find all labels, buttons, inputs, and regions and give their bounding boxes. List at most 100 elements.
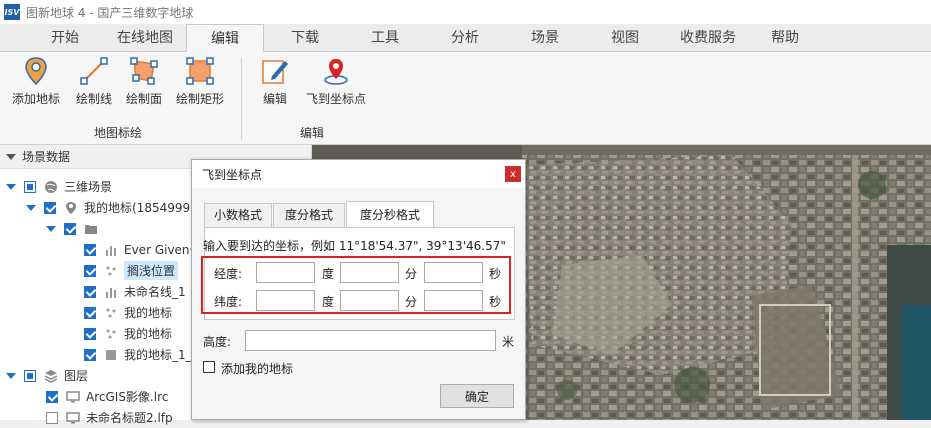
tree-item-ever-given[interactable]: Ever Given号	[84, 239, 202, 260]
expand-arrow-icon[interactable]	[6, 372, 16, 379]
latitude-degree-input[interactable]	[256, 290, 315, 311]
height-input[interactable]	[245, 330, 496, 351]
tree-item-unnamed-title[interactable]: 未命名标题2.lfp	[46, 407, 173, 428]
group-label-edit: 编辑	[300, 126, 325, 140]
square-icon	[104, 348, 118, 362]
tree-item-label: ArcGIS影像.lrc	[86, 390, 169, 404]
tree-checkbox[interactable]	[84, 348, 96, 361]
draw-rectangle-label: 绘制矩形	[176, 92, 225, 106]
tab-download[interactable]: 下载	[275, 24, 335, 52]
tab-edit[interactable]: 编辑	[186, 24, 264, 52]
app-logo-icon: ISV	[4, 4, 20, 20]
tab-degree-minute-format[interactable]: 度分格式	[273, 203, 345, 227]
ribbon-group-divider	[241, 58, 242, 140]
longitude-degree-input[interactable]	[256, 262, 315, 283]
longitude-minute-input[interactable]	[340, 262, 399, 283]
tab-analysis[interactable]: 分析	[435, 24, 495, 52]
tree-checkbox[interactable]	[46, 390, 58, 403]
add-placemark-checkbox[interactable]	[203, 361, 215, 373]
tree-checkbox[interactable]	[46, 411, 58, 424]
longitude-label: 经度:	[214, 267, 243, 281]
longitude-second-input[interactable]	[424, 262, 483, 283]
tree-item-unnamed-line[interactable]: 未命名线_1	[84, 281, 186, 302]
height-label: 高度:	[203, 335, 232, 349]
tree-item-label: 我的地标	[124, 306, 173, 320]
tab-scene[interactable]: 场景	[515, 24, 575, 52]
draw-rectangle-button[interactable]: 绘制矩形	[176, 56, 224, 107]
tab-paid-services[interactable]: 收费服务	[668, 24, 748, 52]
add-placemark-checkbox-label[interactable]: 添加我的地标	[221, 360, 293, 377]
globe-icon	[44, 180, 58, 194]
tree-item-grounding-position[interactable]: 搁浅位置	[84, 260, 179, 281]
panel-title: 场景数据	[22, 150, 71, 164]
point-icon	[104, 327, 118, 341]
latitude-label: 纬度:	[214, 295, 243, 309]
draw-polygon-label: 绘制面	[126, 92, 163, 106]
latitude-minute-unit: 分	[405, 295, 418, 309]
collapse-arrow-icon[interactable]	[6, 153, 16, 160]
window-title: 图新地球 4 - 国产三维数字地球	[26, 5, 194, 20]
expand-arrow-icon[interactable]	[46, 225, 56, 232]
tree-item-arcgis-imagery[interactable]: ArcGIS影像.lrc	[46, 386, 168, 407]
tree-item-my-placemark[interactable]: 我的地标	[84, 302, 172, 323]
expand-arrow-icon[interactable]	[6, 183, 16, 190]
tree-item-label: 图层	[64, 369, 89, 383]
tree-item-my-placemark-1[interactable]: 我的地标_1_	[84, 344, 192, 365]
tree-item-3d-scene[interactable]: 三维场景	[6, 176, 112, 197]
tree-item-label: 搁浅位置	[124, 261, 179, 280]
ribbon-toolbar: 添加地标 绘制线 绘制面 绘制矩形 地图标绘 编辑 飞到坐标点 编辑	[0, 52, 931, 145]
tree-item-my-placemark[interactable]: 我的地标	[84, 323, 172, 344]
latitude-degree-unit: 度	[322, 295, 335, 309]
tree-item-label: 我的地标	[124, 327, 173, 341]
longitude-degree-unit: 度	[322, 267, 335, 281]
point-icon	[104, 264, 118, 278]
dialog-title: 飞到坐标点	[202, 167, 263, 182]
tree-checkbox[interactable]	[84, 264, 96, 277]
edit-button[interactable]: 编辑	[260, 56, 290, 107]
tab-help[interactable]: 帮助	[755, 24, 815, 52]
tree-item-label: Ever Given号	[124, 243, 202, 257]
tree-checkbox[interactable]	[64, 222, 76, 235]
tree-checkbox[interactable]	[84, 285, 96, 298]
tree-checkbox[interactable]	[44, 201, 56, 214]
expand-arrow-icon[interactable]	[26, 204, 36, 211]
latitude-second-input[interactable]	[424, 290, 483, 311]
tree-checkbox[interactable]	[24, 180, 36, 193]
tab-dms-format[interactable]: 度分秒格式	[346, 201, 434, 227]
title-bar: ISV 图新地球 4 - 国产三维数字地球	[0, 0, 931, 24]
draw-polygon-button[interactable]: 绘制面	[126, 56, 162, 107]
latitude-minute-input[interactable]	[340, 290, 399, 311]
tree-checkbox[interactable]	[84, 243, 96, 256]
location-icon	[64, 201, 78, 215]
tree-item-label: 我的地标(18549993	[84, 201, 198, 215]
tree-item-label: 未命名标题2.lfp	[86, 411, 173, 425]
dialog-title-bar[interactable]: 飞到坐标点	[192, 160, 525, 188]
fly-to-point-dialog: 飞到坐标点 x 小数格式 度分格式 度分秒格式 输入要到达的坐标，例如 11°1…	[191, 159, 526, 420]
draw-line-button[interactable]: 绘制线	[76, 56, 112, 107]
tab-view[interactable]: 视图	[595, 24, 655, 52]
tree-checkbox[interactable]	[24, 369, 36, 382]
fly-to-point-icon	[321, 56, 351, 86]
tree-item-label: 我的地标_1_	[124, 348, 192, 362]
draw-line-label: 绘制线	[76, 92, 113, 106]
fly-to-point-button[interactable]: 飞到坐标点	[306, 56, 366, 107]
tree-item-folder[interactable]	[46, 218, 104, 239]
ok-button[interactable]: 确定	[440, 384, 514, 408]
tree-item-layers[interactable]: 图层	[6, 365, 88, 386]
tab-start[interactable]: 开始	[35, 24, 95, 52]
point-icon	[104, 306, 118, 320]
tree-checkbox[interactable]	[84, 306, 96, 319]
draw-polygon-icon	[129, 56, 159, 86]
layers-icon	[44, 369, 58, 383]
tree-checkbox[interactable]	[84, 327, 96, 340]
tree-item-my-placemarks[interactable]: 我的地标(18549993	[26, 197, 198, 218]
latitude-second-unit: 秒	[489, 295, 502, 309]
tab-decimal-format[interactable]: 小数格式	[204, 203, 272, 227]
tree-item-label: 三维场景	[64, 180, 113, 194]
line-chart-icon	[104, 285, 118, 299]
add-placemark-button[interactable]: 添加地标	[12, 56, 60, 107]
edit-label: 编辑	[262, 92, 287, 106]
tab-tools[interactable]: 工具	[355, 24, 415, 52]
close-icon[interactable]: x	[505, 166, 521, 182]
tab-online-map[interactable]: 在线地图	[105, 24, 185, 52]
